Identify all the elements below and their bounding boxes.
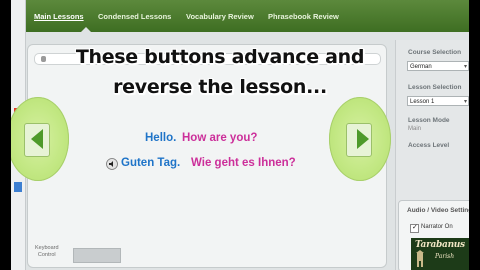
tab-phrasebook-review[interactable]: Phrasebook Review	[268, 12, 339, 21]
letterbox-right	[469, 0, 480, 270]
keyboard-label-line-1: Keyboard	[35, 245, 59, 251]
audio-video-title: Audio / Video Setting	[407, 207, 473, 214]
chevron-down-icon: ▾	[463, 64, 467, 70]
lesson-mode-label: Lesson Mode	[408, 117, 450, 124]
narrator-label: Narrator On	[421, 224, 453, 230]
keyboard-control-label: Keyboard Control	[35, 245, 59, 259]
arrow-right-icon	[357, 129, 369, 149]
arrow-left-icon	[31, 129, 43, 149]
german-question: Wie geht es Ihnen?	[191, 157, 296, 169]
letterbox-left	[0, 0, 11, 270]
checkmark-icon: ✓	[412, 224, 418, 231]
screen: Main Lessons Condensed Lessons Vocabular…	[0, 0, 480, 270]
reverse-lesson-button[interactable]	[7, 97, 69, 181]
lesson-select-value: Lesson 1	[410, 99, 435, 105]
logo-wordmark: Tarabanus	[415, 240, 465, 250]
overlay-caption-line-1: These buttons advance and	[75, 46, 365, 68]
tab-main-lessons[interactable]: Main Lessons	[34, 12, 84, 21]
course-select[interactable]: German ▾	[407, 61, 469, 71]
course-select-value: German	[410, 64, 432, 70]
access-level-label: Access Level	[408, 142, 450, 149]
progress-slider-thumb[interactable]	[41, 56, 46, 62]
narrator-checkbox[interactable]: ✓	[410, 224, 419, 233]
tab-vocabulary-review[interactable]: Vocabulary Review	[186, 12, 254, 21]
course-selection-label: Course Selection	[408, 49, 462, 56]
keyboard-label-line-2: Control	[37, 252, 56, 258]
tower-icon	[416, 250, 424, 267]
english-question: How are you?	[182, 132, 258, 144]
english-greeting: Hello.	[145, 132, 177, 144]
chevron-down-icon: ▾	[463, 99, 467, 105]
tab-condensed-lessons[interactable]: Condensed Lessons	[98, 12, 171, 21]
lesson-selection-label: Lesson Selection	[408, 84, 462, 91]
active-tab-pointer	[81, 27, 91, 32]
overlay-caption-line-2: reverse the lesson...	[113, 76, 327, 98]
advance-lesson-button[interactable]	[329, 97, 391, 181]
german-greeting: Guten Tag.	[121, 157, 181, 169]
main-navigation-bar: Main Lessons Condensed Lessons Vocabular…	[26, 0, 469, 32]
logo-subtitle: Parish	[435, 253, 455, 260]
app-icon	[14, 182, 22, 192]
lesson-mode-value: Main	[408, 126, 422, 132]
speaker-icon[interactable]	[106, 158, 118, 170]
keyboard-control-toggle[interactable]	[73, 248, 121, 263]
lesson-select[interactable]: Lesson 1 ▾	[407, 96, 469, 106]
brand-logo: Tarabanus Parish	[411, 238, 469, 270]
